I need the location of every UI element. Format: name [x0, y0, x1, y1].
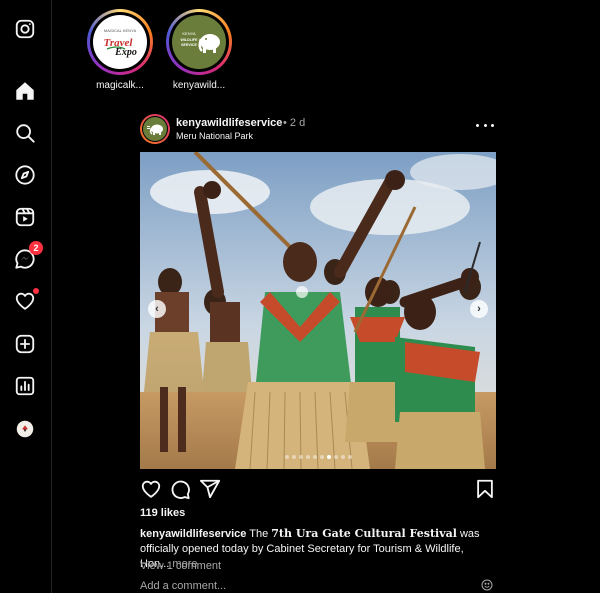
carousel-next-button[interactable]: › [470, 300, 488, 318]
svg-text:Expo: Expo [114, 47, 137, 58]
sidebar: 2 [0, 0, 52, 593]
post-header: kenyawildlifeservice • 2 d Meru National… [140, 114, 496, 146]
caption-text-before: The [246, 528, 272, 540]
post-location[interactable]: Meru National Park [176, 131, 253, 141]
post-image[interactable]: ‹ › [140, 152, 496, 469]
kws-logo: KENYA WILDLIFE SERVICE [172, 15, 226, 69]
instagram-logo-icon[interactable] [13, 17, 37, 41]
post-avatar[interactable] [140, 114, 170, 144]
view-comments-link[interactable]: View 1 comment [140, 560, 221, 572]
carousel-dot [291, 455, 296, 459]
story-magicalkenya[interactable]: MAGICAL KENYA Travel Expo magicalk... [87, 9, 153, 91]
emoji-icon[interactable] [481, 578, 493, 591]
svg-text:WILDLIFE: WILDLIFE [181, 38, 199, 42]
carousel-dots [140, 455, 496, 459]
story-kenyawildlife[interactable]: KENYA WILDLIFE SERVICE kenyawild... [166, 9, 232, 91]
notifications-icon[interactable] [13, 288, 39, 313]
comment-icon[interactable] [169, 478, 191, 500]
notification-dot [33, 288, 39, 294]
reels-icon[interactable] [13, 205, 37, 229]
post-time: • 2 d [283, 117, 306, 129]
carousel-prev-button[interactable]: ‹ [148, 300, 166, 318]
share-icon[interactable] [199, 478, 221, 500]
messages-badge: 2 [29, 241, 43, 255]
carousel-dot [298, 455, 303, 459]
create-icon[interactable] [13, 332, 37, 356]
carousel-dot [347, 455, 352, 459]
story-username: magicalk... [96, 80, 144, 91]
dashboard-icon[interactable] [13, 374, 37, 398]
festival-photo [140, 152, 496, 469]
profile-icon[interactable] [13, 417, 37, 441]
svg-text:MAGICAL KENYA: MAGICAL KENYA [104, 28, 137, 33]
carousel-dot [284, 455, 289, 459]
add-comment-input[interactable] [140, 578, 496, 593]
caption-username[interactable]: kenyawildlifeservice [140, 528, 246, 540]
like-icon[interactable] [140, 478, 162, 500]
post-actions [140, 478, 496, 502]
carousel-dot [319, 455, 324, 459]
carousel-dot [305, 455, 310, 459]
likes-count[interactable]: 119 likes [140, 507, 185, 519]
messages-icon[interactable]: 2 [13, 241, 43, 271]
explore-icon[interactable] [13, 163, 37, 187]
home-icon[interactable] [13, 79, 37, 103]
carousel-dot [326, 455, 331, 459]
carousel-dot [312, 455, 317, 459]
search-icon[interactable] [13, 121, 37, 145]
caption-highlight: 7th Ura Gate Cultural Festival [271, 527, 457, 540]
svg-text:KENYA: KENYA [182, 31, 196, 36]
svg-text:SERVICE: SERVICE [181, 43, 197, 47]
story-ring: MAGICAL KENYA Travel Expo [87, 9, 153, 75]
carousel-dot [333, 455, 338, 459]
save-icon[interactable] [474, 478, 496, 500]
carousel-dot [340, 455, 345, 459]
story-ring: KENYA WILDLIFE SERVICE [166, 9, 232, 75]
magical-kenya-logo: MAGICAL KENYA Travel Expo [93, 15, 147, 69]
more-options-icon[interactable] [476, 120, 494, 130]
post-username[interactable]: kenyawildlifeservice [176, 117, 282, 129]
story-username: kenyawild... [172, 80, 226, 91]
